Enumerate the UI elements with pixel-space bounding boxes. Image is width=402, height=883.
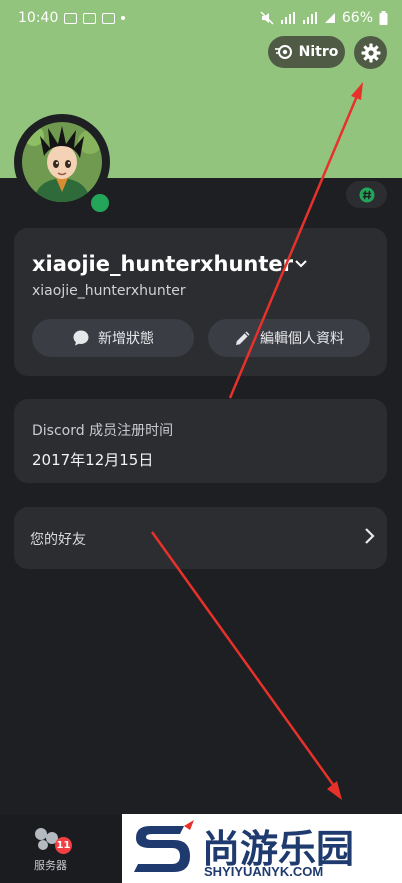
display-name-row[interactable]: xiaojie_hunterxhunter — [32, 252, 307, 276]
avatar[interactable] — [22, 122, 102, 202]
display-name: xiaojie_hunterxhunter — [32, 252, 294, 276]
signal-icon — [302, 12, 317, 24]
online-status-indicator — [87, 190, 113, 216]
member-since-date: 2017年12月15日 — [32, 451, 154, 469]
nitro-icon — [274, 45, 292, 59]
edit-profile-label: 編輯個人資料 — [260, 331, 344, 347]
username: xiaojie_hunterxhunter — [32, 283, 186, 299]
battery-icon — [379, 11, 388, 25]
badge-button[interactable] — [346, 181, 387, 208]
nitro-label: Nitro — [298, 44, 339, 60]
add-status-label: 新增狀態 — [98, 331, 154, 347]
notification-icon — [102, 12, 116, 24]
friends-label: 您的好友 — [30, 532, 86, 548]
member-since-label: Discord 成员注册时间 — [32, 423, 174, 439]
mute-icon — [260, 11, 274, 25]
watermark-english-text: SHYIYUANYK.COM — [204, 864, 324, 879]
speech-bubble-icon — [73, 330, 89, 346]
hashtag-badge-icon — [359, 187, 374, 202]
avatar-image — [22, 122, 102, 202]
annotation-arrow-bottom — [150, 531, 336, 787]
status-time: 10:40 — [18, 10, 59, 26]
chevron-right-icon — [365, 528, 375, 544]
gallery-icon — [64, 12, 78, 24]
battery-level: 66% — [341, 10, 373, 26]
member-since-card — [14, 399, 387, 483]
servers-notification-badge: 11 — [55, 837, 72, 854]
watermark: 尚游乐园 SHYIYUANYK.COM — [122, 814, 402, 883]
pencil-icon — [236, 331, 250, 345]
watermark-logo — [134, 820, 194, 872]
nav-servers-label: 服务器 — [34, 859, 67, 872]
nitro-button[interactable]: Nitro — [268, 36, 345, 68]
annotation-arrowhead-bottom — [327, 781, 342, 800]
notification-icon — [83, 12, 97, 24]
settings-button[interactable] — [354, 36, 387, 69]
gear-icon — [361, 43, 380, 62]
status-bar: 10:40 66% — [0, 0, 402, 36]
more-notifications-icon — [121, 16, 126, 20]
edit-profile-button[interactable]: 編輯個人資料 — [208, 319, 370, 357]
signal-icon — [280, 12, 295, 24]
add-status-button[interactable]: 新增狀態 — [32, 319, 194, 357]
chevron-down-icon — [295, 260, 307, 268]
cell-signal-icon — [324, 13, 335, 23]
